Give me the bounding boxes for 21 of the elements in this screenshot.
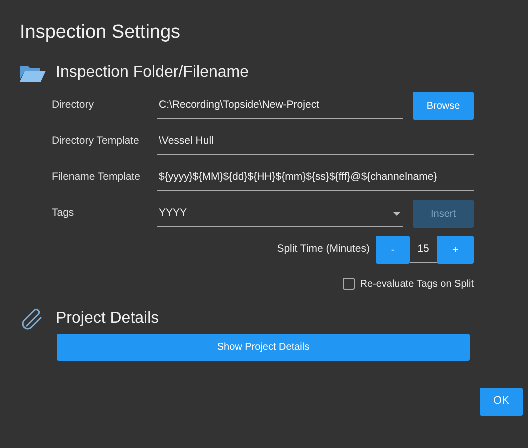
show-details-button[interactable]: Show Project Details — [57, 334, 470, 361]
ok-button[interactable]: OK — [480, 388, 523, 416]
increment-button[interactable]: + — [437, 236, 474, 264]
folder-icon — [20, 64, 46, 82]
field-label: Directory Template — [52, 134, 140, 150]
field-label: Filename Template — [52, 170, 142, 186]
section-title: Inspection Folder/Filename — [56, 63, 249, 84]
input-field[interactable]: \Vessel Hull — [157, 129, 474, 156]
input-field[interactable]: C:\Recording\Topside\New-Project — [157, 93, 403, 120]
field-label: Directory — [52, 98, 96, 114]
window-title: Inspection Settings — [19, 22, 182, 45]
section-title: Project Details — [56, 308, 160, 329]
browse-button[interactable]: Browse — [413, 92, 474, 120]
caret-icon — [393, 212, 401, 216]
checkbox[interactable] — [342, 278, 355, 290]
dropdown-field[interactable]: YYYY — [157, 201, 403, 228]
field-label: Split Time (Minutes) — [277, 242, 370, 258]
decrement-button[interactable]: - — [376, 236, 410, 264]
field-label: Tags — [52, 206, 76, 222]
input-field[interactable]: ${yyyy}${MM}${dd}${HH}${mm}${ss}${fff}@${channelname} — [157, 165, 474, 192]
checkbox-label: Re-evaluate Tags on Split — [360, 278, 474, 292]
